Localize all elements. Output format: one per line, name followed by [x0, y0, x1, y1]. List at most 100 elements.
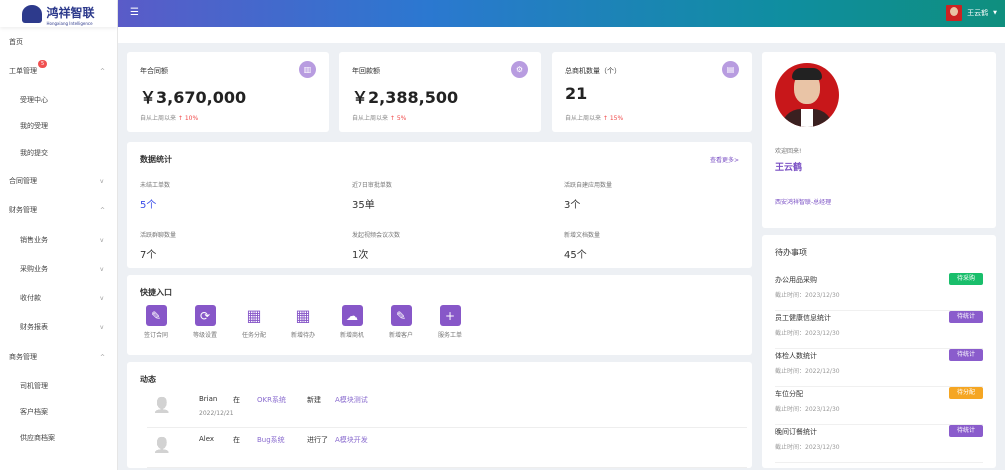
- logo[interactable]: 鸿祥智联 Hongxiang Intelligence: [0, 0, 117, 27]
- sidebar-item-label: 客户档案: [20, 408, 48, 416]
- sidebar-item[interactable]: 商务管理 ^: [0, 352, 118, 362]
- view-more-link[interactable]: 查看更多>: [710, 155, 739, 164]
- todo-deadline: 截止时间：2023/12/30: [775, 406, 840, 413]
- activity-item: 👤 Brian 在 OKR系统 新建 A模块测试 2022/12/21: [147, 390, 747, 428]
- stat-value: 35单: [352, 200, 375, 211]
- todo-item[interactable]: 体检人数统计 截止时间：2022/12/30 待统计: [775, 349, 983, 387]
- sidebar: 鸿祥智联 Hongxiang Intelligence 首页工单管理 5 ^ 受理中心我…: [0, 0, 118, 470]
- chevron-down-icon: v: [100, 265, 104, 273]
- kpi-change: 5%: [396, 115, 407, 122]
- kpi-value: 21: [565, 84, 588, 103]
- activity-target[interactable]: A模块开发: [335, 435, 368, 445]
- kpi-footer: 自从上周以来 ↑ 5%: [352, 113, 406, 122]
- sidebar-item[interactable]: 收付款 v: [0, 293, 118, 303]
- sidebar-item[interactable]: 客户档案: [0, 407, 118, 417]
- notification-badge: 5: [38, 60, 48, 68]
- stat-value: 1次: [352, 250, 369, 261]
- todo-item[interactable]: 员工健康信息统计 截止时间：2023/12/30 待统计: [775, 311, 983, 349]
- user-avatar-icon: 👤: [147, 390, 177, 420]
- activity-system[interactable]: Bug系统: [257, 435, 285, 445]
- sidebar-item-label: 我的提交: [20, 149, 48, 157]
- sidebar-item[interactable]: 我的受理: [0, 121, 118, 131]
- kpi-title: 年合同额: [140, 67, 168, 75]
- kpi-change: 15%: [609, 115, 624, 122]
- sidebar-item[interactable]: 财务报表 v: [0, 322, 118, 332]
- refresh-icon: ⟳: [194, 305, 216, 326]
- sidebar-item-label: 采购业务: [20, 265, 48, 273]
- sidebar-item[interactable]: 财务管理 ^: [0, 205, 118, 215]
- activity-action: 进行了: [307, 436, 328, 444]
- todo-title: 待办事项: [775, 248, 807, 257]
- stat-item: 活跃群聊数量 7个: [140, 230, 176, 261]
- stat-value: 45个: [564, 250, 587, 261]
- stat-label: 活跃自建应用数量: [564, 182, 613, 189]
- sidebar-item[interactable]: 工单管理 5 ^: [0, 60, 118, 76]
- todo-item[interactable]: 办公用品采购 截止时间：2023/12/30 待采购: [775, 273, 983, 311]
- todo-title: 办公用品采购: [775, 276, 817, 284]
- user-menu[interactable]: 王云鹤 ▼: [946, 5, 997, 21]
- quick-entry-item[interactable]: ✎ 签订合同: [136, 305, 176, 339]
- kpi-card: 年回款额 ￥2,388,500 自从上周以来 ↑ 5% ⚙: [339, 52, 541, 132]
- quick-entry-item[interactable]: ✎ 新增客户: [381, 305, 421, 339]
- avatar: [946, 5, 963, 21]
- chevron-up-icon: ^: [100, 353, 106, 361]
- sidebar-item[interactable]: 受理中心: [0, 95, 118, 105]
- sidebar-item[interactable]: 销售业务 v: [0, 235, 118, 245]
- caret-down-icon: ▼: [993, 10, 997, 16]
- todo-deadline: 截止时间：2023/12/30: [775, 444, 840, 451]
- kpi-title: 总商机数量（个）: [565, 67, 621, 75]
- sidebar-item[interactable]: 我的提交: [0, 148, 118, 158]
- stat-value: 7个: [140, 250, 157, 261]
- activity-target[interactable]: A模块测试: [335, 395, 368, 405]
- activity-system[interactable]: OKR系统: [257, 395, 286, 405]
- status-badge: 待统计: [949, 349, 983, 361]
- user-name: 王云鹤: [967, 9, 989, 17]
- quick-entry-item[interactable]: ▦ 任务分配: [234, 305, 274, 339]
- chevron-up-icon: ^: [100, 206, 106, 214]
- calendar-icon: ▦: [295, 306, 311, 325]
- sidebar-item-label: 合同管理: [9, 177, 37, 185]
- plus-icon: +: [439, 305, 461, 326]
- sidebar-item-label: 财务管理: [9, 206, 37, 214]
- quick-entry-item[interactable]: ⟳ 等级设置: [185, 305, 225, 339]
- tab-bar: [118, 27, 1005, 43]
- kpi-value: ￥2,388,500: [352, 88, 459, 107]
- quick-entry-label: 新增待办: [290, 332, 315, 339]
- sidebar-item[interactable]: 司机管理: [0, 381, 118, 391]
- kpi-title: 年回款额: [352, 67, 380, 75]
- stat-item: 近7日审批单数 35单: [352, 180, 392, 211]
- sidebar-item[interactable]: 采购业务 v: [0, 264, 118, 274]
- profile-card: 欢迎回来! 王云鹤 西安鸿祥智联-总经理: [762, 52, 996, 228]
- chevron-down-icon: v: [100, 294, 104, 302]
- menu-toggle-icon[interactable]: ☰: [130, 8, 139, 18]
- sidebar-item-label: 收付款: [20, 294, 41, 302]
- sidebar-item[interactable]: 供应商档案: [0, 433, 118, 443]
- todo-title: 车位分配: [775, 390, 803, 398]
- quick-entry-item[interactable]: ☁ 新增商机: [332, 305, 372, 339]
- quick-entry-item[interactable]: + 服务工单: [430, 305, 470, 339]
- sidebar-item[interactable]: 合同管理 v: [0, 176, 118, 186]
- stat-label: 未结工单数: [140, 182, 171, 189]
- activity-user: Brian: [199, 395, 218, 403]
- stat-value: 3个: [564, 200, 581, 211]
- stat-label: 近7日审批单数: [352, 182, 392, 189]
- sidebar-item-label: 首页: [9, 38, 23, 46]
- top-header: ☰ 王云鹤 ▼: [118, 0, 1005, 27]
- sidebar-item-label: 供应商档案: [20, 434, 55, 442]
- todo-item[interactable]: 晚间订餐统计截止时间：2023/12/30 待统计: [775, 425, 983, 463]
- arrow-up-icon: ↑: [388, 115, 397, 122]
- todo-item[interactable]: 车位分配 截止时间：2023/12/30 待分配: [775, 387, 983, 425]
- quick-entry-label: 新增商机: [339, 332, 364, 339]
- sidebar-item-label: 商务管理: [9, 353, 37, 361]
- stat-item: 新增文档数量 45个: [564, 230, 600, 261]
- profile-photo: [775, 63, 839, 127]
- sidebar-item-label: 财务报表: [20, 323, 48, 331]
- kpi-footer-text: 自从上周以来: [565, 115, 602, 122]
- sidebar-item[interactable]: 首页: [0, 37, 118, 47]
- todo-title: 晚间订餐统计: [775, 428, 817, 436]
- quick-entry-item[interactable]: ▦ 新增待办: [283, 305, 323, 339]
- status-badge: 待统计: [949, 425, 983, 437]
- todo-deadline: 截止时间：2023/12/30: [775, 292, 840, 299]
- kpi-footer-text: 自从上周以来: [352, 115, 389, 122]
- dynamics-card: 动态 👤 Brian 在 OKR系统 新建 A模块测试 2022/12/21 👤 Alex 在 Bu…: [127, 362, 752, 468]
